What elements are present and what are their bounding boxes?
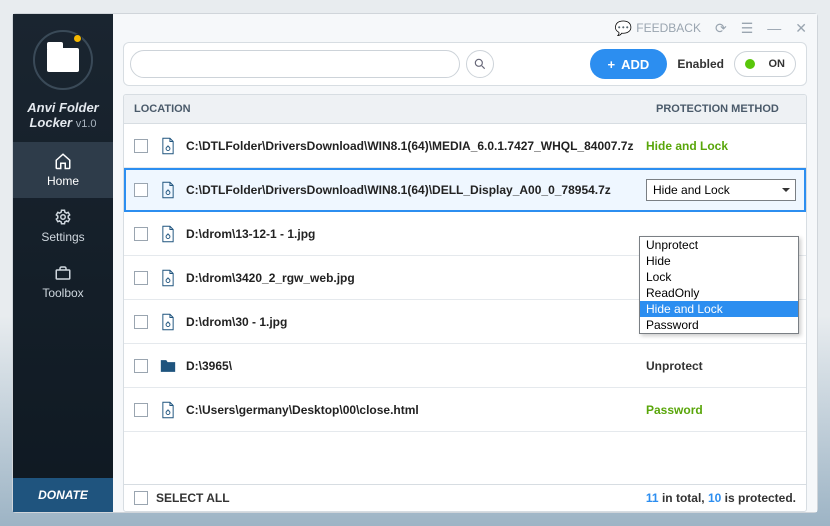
protection-select[interactable]: Hide and Lock [646, 179, 796, 201]
donate-button[interactable]: DONATE [13, 478, 113, 512]
menu-icon[interactable]: ☰ [741, 20, 754, 37]
sidebar: Anvi FolderLocker v1.0 Home Settings Too… [13, 14, 113, 512]
app-window: Anvi FolderLocker v1.0 Home Settings Too… [12, 13, 818, 513]
nav-label: Home [47, 174, 79, 188]
titlebar: 💬 FEEDBACK ⟳ ☰ — ✕ [113, 14, 817, 42]
gear-icon [54, 208, 72, 226]
search-button[interactable] [466, 50, 494, 78]
plus-icon: + [608, 57, 616, 72]
select-all-label: SELECT ALL [156, 491, 230, 505]
protection-value: Password [646, 403, 796, 417]
summary: 11 in total, 10 is protected. [646, 491, 796, 505]
list-footer: SELECT ALL 11 in total, 10 is protected. [124, 484, 806, 511]
toolbox-icon [54, 264, 72, 282]
nav-home[interactable]: Home [13, 142, 113, 198]
close-icon[interactable]: ✕ [795, 20, 807, 37]
file-path: D:\drom\3420_2_rgw_web.jpg [186, 271, 646, 285]
toggle-label: ON [769, 58, 786, 70]
select-all-checkbox[interactable] [134, 491, 148, 505]
add-button[interactable]: + ADD [590, 49, 668, 79]
nav-settings[interactable]: Settings [13, 198, 113, 254]
nav-label: Toolbox [42, 286, 83, 300]
dropdown-option[interactable]: Lock [640, 269, 798, 285]
file-path: D:\drom\30 - 1.jpg [186, 315, 646, 329]
minimize-icon[interactable]: — [767, 20, 781, 36]
file-path: D:\drom\13-12-1 - 1.jpg [186, 227, 646, 241]
table-row[interactable]: C:\DTLFolder\DriversDownload\WIN8.1(64)\… [124, 124, 806, 168]
logo-icon [33, 30, 93, 90]
toolbar: + ADD Enabled ON [123, 42, 807, 86]
locked-file-icon [160, 225, 176, 243]
dropdown-option[interactable]: ReadOnly [640, 285, 798, 301]
protection-value: Hide and Lock [646, 139, 796, 153]
locked-file-icon [160, 269, 176, 287]
enabled-label: Enabled [677, 57, 724, 71]
feedback-label: FEEDBACK [636, 21, 701, 35]
app-title: Anvi FolderLocker v1.0 [27, 100, 99, 130]
refresh-icon[interactable]: ⟳ [715, 20, 727, 37]
locked-file-icon [160, 181, 176, 199]
toggle-indicator [745, 59, 755, 69]
row-checkbox[interactable] [134, 403, 148, 417]
protection-dropdown[interactable]: UnprotectHideLockReadOnlyHide and LockPa… [639, 236, 799, 334]
column-protection: PROTECTION METHOD [646, 95, 806, 123]
row-checkbox[interactable] [134, 139, 148, 153]
nav-toolbox[interactable]: Toolbox [13, 254, 113, 310]
locked-file-icon [160, 313, 176, 331]
home-icon [54, 152, 72, 170]
column-location: LOCATION [124, 95, 646, 123]
logo: Anvi FolderLocker v1.0 [13, 14, 113, 138]
file-path: C:\Users\germany\Desktop\00\close.html [186, 403, 646, 417]
dropdown-option[interactable]: Password [640, 317, 798, 333]
row-checkbox[interactable] [134, 271, 148, 285]
dropdown-option[interactable]: Unprotect [640, 237, 798, 253]
main-panel: 💬 FEEDBACK ⟳ ☰ — ✕ + ADD Enabled ON LOCATI… [113, 14, 817, 512]
list-header: LOCATION PROTECTION METHOD [124, 95, 806, 124]
row-checkbox[interactable] [134, 183, 148, 197]
locked-file-icon [160, 137, 176, 155]
feedback-button[interactable]: 💬 FEEDBACK [615, 20, 701, 37]
file-path: C:\DTLFolder\DriversDownload\WIN8.1(64)\… [186, 183, 646, 197]
locked-file-icon [160, 401, 176, 419]
dropdown-option[interactable]: Hide and Lock [640, 301, 798, 317]
chat-icon: 💬 [615, 20, 632, 37]
nav: Home Settings Toolbox [13, 142, 113, 478]
file-path: C:\DTLFolder\DriversDownload\WIN8.1(64)\… [186, 139, 646, 153]
search-icon [473, 57, 487, 71]
row-checkbox[interactable] [134, 315, 148, 329]
folder-icon [160, 357, 176, 375]
search-wrap [130, 50, 580, 78]
row-checkbox[interactable] [134, 227, 148, 241]
table-row[interactable]: D:\3965\Unprotect [124, 344, 806, 388]
table-row[interactable]: C:\DTLFolder\DriversDownload\WIN8.1(64)\… [124, 168, 806, 212]
row-checkbox[interactable] [134, 359, 148, 373]
add-label: ADD [621, 57, 649, 72]
protection-value: Unprotect [646, 359, 796, 373]
file-path: D:\3965\ [186, 359, 646, 373]
enabled-toggle[interactable]: ON [734, 51, 796, 77]
dropdown-option[interactable]: Hide [640, 253, 798, 269]
search-input[interactable] [130, 50, 460, 78]
table-row[interactable]: C:\Users\germany\Desktop\00\close.htmlPa… [124, 388, 806, 432]
nav-label: Settings [41, 230, 84, 244]
